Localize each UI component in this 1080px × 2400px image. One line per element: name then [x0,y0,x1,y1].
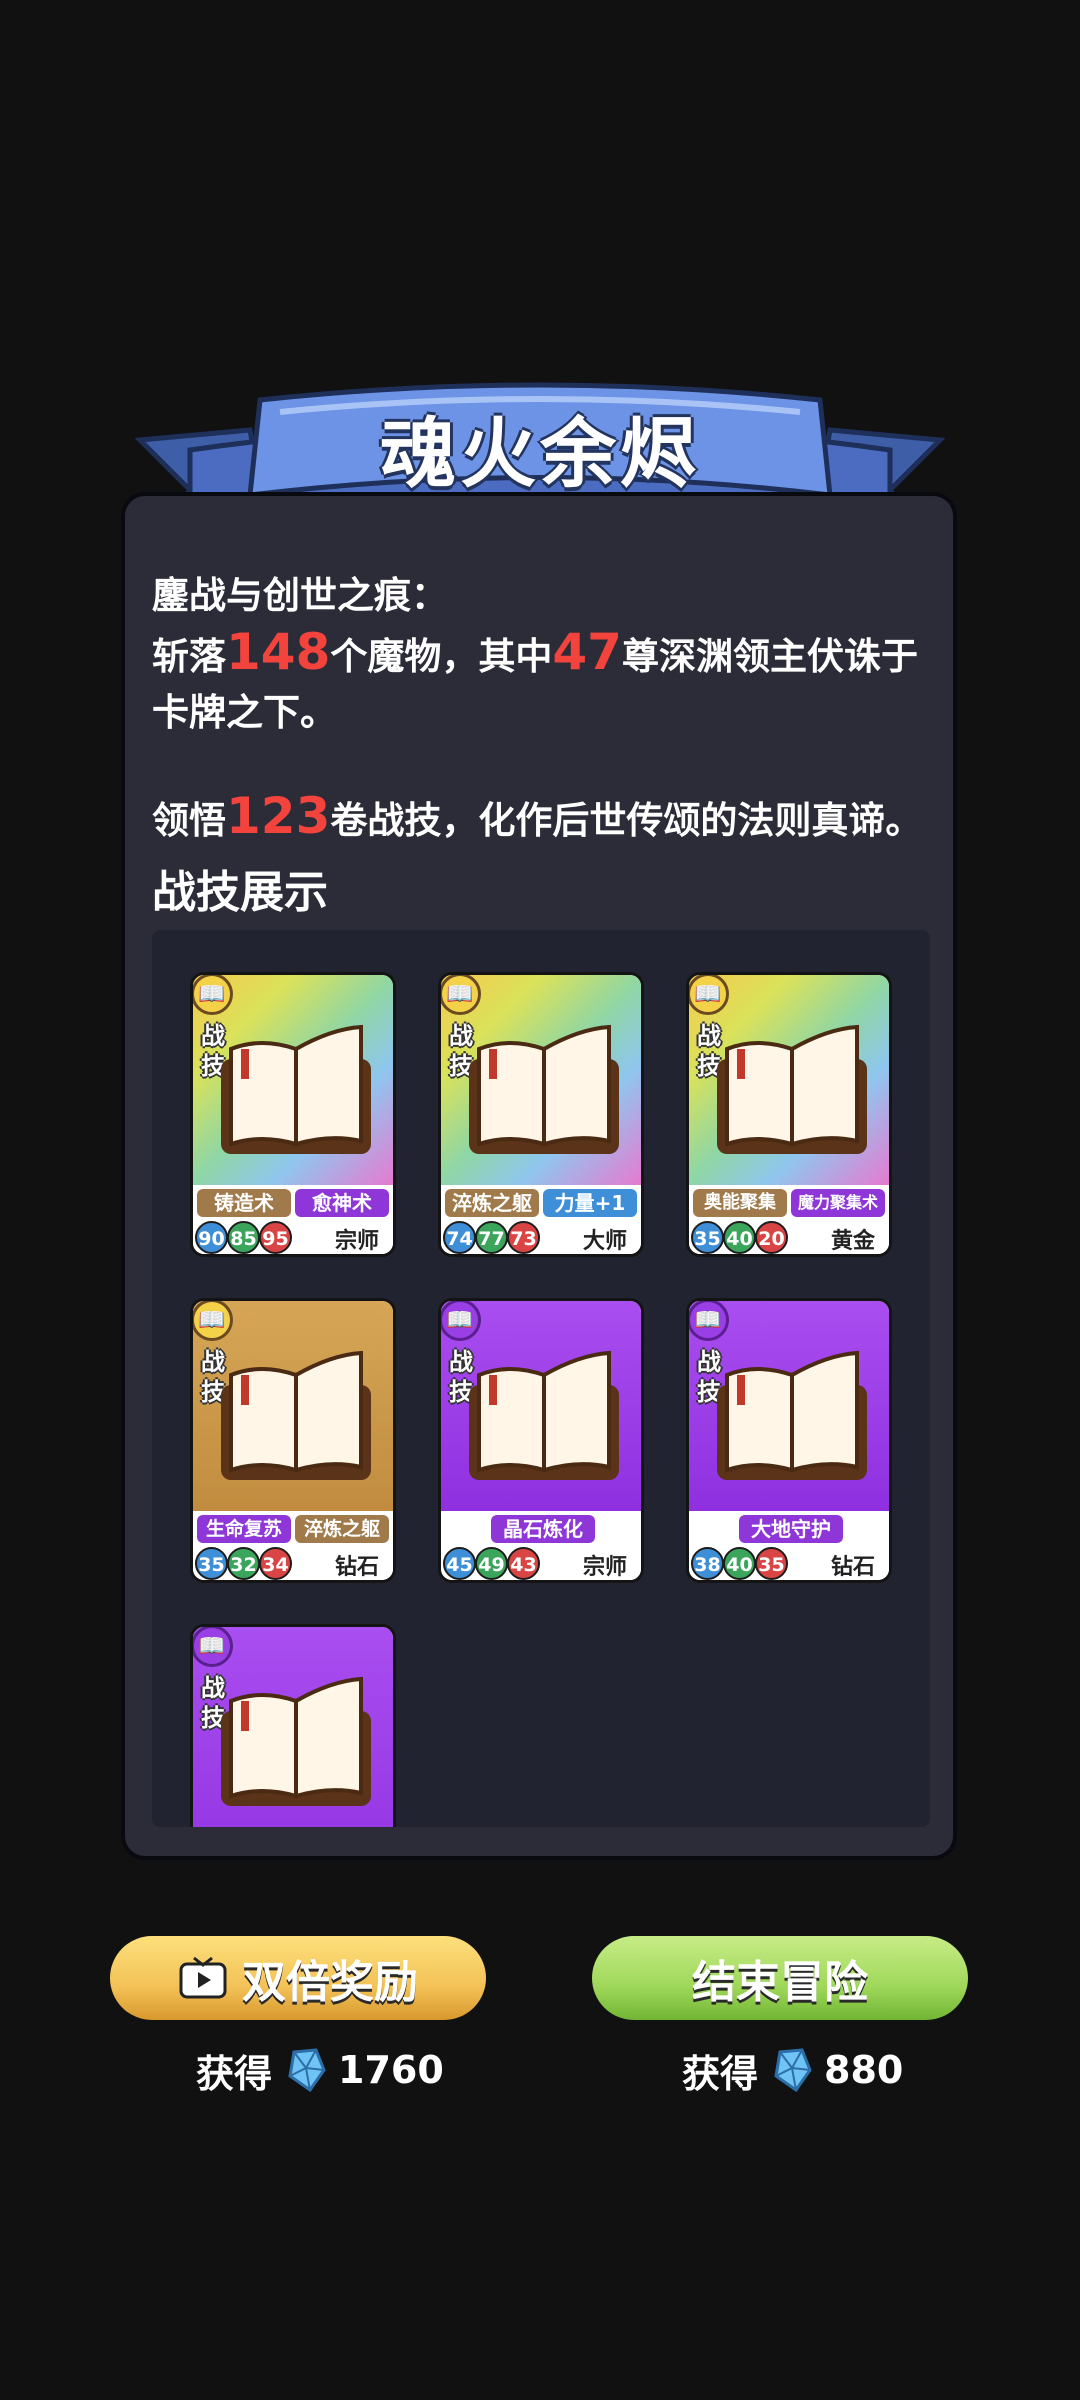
end-adventure-button[interactable]: 结束冒险 [588,1932,972,2024]
reward-amount: 880 [824,2048,904,2092]
skill-card[interactable]: 📖 战技 淬炼之躯 力量+1 74 77 73 大师 [438,972,644,1257]
rank-label: 钻石 [334,1555,379,1580]
story-kill-text: 斩落148个魔物，其中47尊深渊领主伏诛于 卡牌之下。 [152,623,918,734]
end-reward-amount: 获得 880 [682,2040,903,2100]
stat-value: 40 [723,1547,756,1580]
stat-value: 43 [507,1547,540,1580]
skill-tag: 奥能聚集 [693,1189,787,1217]
reward-label: 获得 [196,2051,273,2096]
skill-grid[interactable]: 📖 战技 铸造术 愈神术 90 85 95 宗师 📖 战技 淬炼之躯 力量+1 … [152,930,930,1827]
rank-label: 钻石 [830,1555,875,1580]
book-icon [221,1350,371,1480]
skill-tag: 生命复苏 [197,1515,291,1543]
book-icon [717,1350,867,1480]
book-icon [717,1024,867,1154]
stat-value: 32 [227,1547,260,1580]
skill-tag: 愈神术 [295,1189,389,1217]
skill-tag: 淬炼之躯 [445,1189,539,1217]
double-reward-button[interactable]: 双倍奖励 [106,1932,490,2024]
stat-value: 49 [475,1547,508,1580]
end-adventure-label: 结束冒险 [692,1957,868,2008]
skill-card[interactable]: 📖 战技 铸造术 愈神术 90 85 95 宗师 [190,972,396,1257]
reward-label: 获得 [682,2051,759,2096]
card-info: 奥能聚集 魔力聚集术 35 40 20 黄金 [689,1185,889,1254]
skill-card[interactable]: 📖 战技 大地守护 38 40 35 钻石 [686,1298,892,1583]
gem-icon [288,2048,326,2092]
stat-value: 73 [507,1221,540,1254]
stat-value: 77 [475,1221,508,1254]
card-info: 生命复苏 淬炼之躯 35 32 34 钻石 [193,1511,393,1580]
rank-label: 宗师 [334,1229,379,1254]
stat-value: 74 [443,1221,476,1254]
lord-count: 47 [552,623,622,681]
double-reward-label: 双倍奖励 [242,1957,418,2008]
book-icon [221,1024,371,1154]
card-info: 大地守护 38 40 35 钻石 [689,1511,889,1580]
tv-icon [179,1956,227,1999]
stat-value: 20 [755,1221,788,1254]
skill-tag: 力量+1 [543,1189,637,1217]
skill-tag: 铸造术 [197,1189,291,1217]
story-learn-text: 领悟123卷战技，化作后世传颂的法则真谛。 [152,787,923,845]
card-info: 晶石炼化 45 49 43 宗师 [441,1511,641,1580]
book-icon [469,1024,619,1154]
stat-value: 40 [723,1221,756,1254]
skill-count: 123 [226,787,331,845]
skill-card[interactable]: 📖 战技 晶石炼化 45 49 43 宗师 [438,1298,644,1583]
book-icon [469,1350,619,1480]
stat-value: 85 [227,1221,260,1254]
stat-value: 35 [691,1221,724,1254]
skill-card[interactable]: 📖 战技 生命复苏 淬炼之躯 35 32 34 钻石 [190,1298,396,1583]
monster-count: 148 [226,623,331,681]
stat-value: 34 [259,1547,292,1580]
reward-amount: 1760 [338,2048,444,2092]
stat-value: 38 [691,1547,724,1580]
stat-value: 90 [195,1221,228,1254]
skill-card[interactable]: 📖 战技 奥能聚集 魔力聚集术 35 40 20 黄金 [686,972,892,1257]
rank-label: 宗师 [582,1555,627,1580]
rank-label: 黄金 [830,1229,875,1254]
section-title: 战技展示 [152,867,328,918]
skill-card[interactable]: 📖 战技 [190,1624,396,1827]
stat-value: 35 [195,1547,228,1580]
page-title: 魂火余烬 [380,409,700,498]
rank-label: 大师 [582,1229,627,1254]
skill-tag: 晶石炼化 [491,1515,595,1543]
story-heading: 鏖战与创世之痕： [152,574,448,617]
stat-value: 35 [755,1547,788,1580]
skill-tag: 大地守护 [739,1515,843,1543]
double-reward-amount: 获得 1760 [196,2040,444,2100]
card-info: 铸造术 愈神术 90 85 95 宗师 [193,1185,393,1254]
book-icon [221,1676,371,1806]
card-info: 淬炼之躯 力量+1 74 77 73 大师 [441,1185,641,1254]
stat-value: 95 [259,1221,292,1254]
gem-icon [774,2048,812,2092]
skill-tag: 魔力聚集术 [791,1189,885,1217]
skill-tag: 淬炼之躯 [295,1515,389,1543]
stat-value: 45 [443,1547,476,1580]
